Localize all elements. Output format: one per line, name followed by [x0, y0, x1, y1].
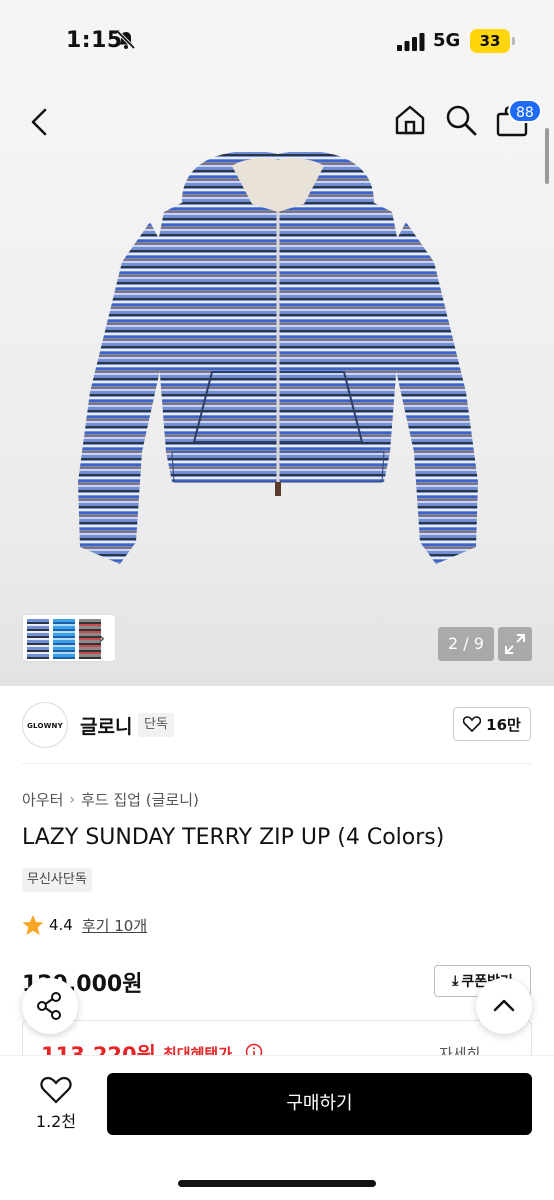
cart-count-badge: 88: [508, 99, 542, 123]
scrollbar[interactable]: [545, 128, 549, 184]
status-bar: 1:15 5G 33: [0, 0, 554, 84]
buy-button[interactable]: 구매하기: [107, 1073, 532, 1135]
cellular-signal-icon: [397, 33, 425, 51]
rating-value: 4.4: [49, 916, 73, 934]
product-title: LAZY SUNDAY TERRY ZIP UP (4 Colors): [22, 825, 445, 850]
share-icon[interactable]: [22, 978, 78, 1034]
home-indicator: [178, 1180, 376, 1187]
star-icon: [22, 915, 44, 935]
image-page-counter: 2 / 9: [438, 627, 494, 661]
heart-icon: [463, 716, 482, 732]
exclusive-tag: 무신사단독: [22, 868, 92, 892]
thumbnail-2[interactable]: [53, 619, 75, 659]
breadcrumb: 아우터 › 후드 집업 (글로니): [22, 789, 199, 810]
chevron-right-icon[interactable]: ›: [98, 628, 105, 649]
brand-like-button[interactable]: 16만: [453, 707, 531, 741]
rating-row[interactable]: 4.4 후기 10개: [22, 914, 147, 936]
thumbnail-1[interactable]: [27, 619, 49, 659]
brand-name[interactable]: 글로니: [80, 712, 132, 739]
battery-level: 33: [470, 29, 510, 53]
download-icon: ⤓: [452, 973, 459, 989]
expand-icon[interactable]: [498, 627, 532, 661]
wish-count: 1.2천: [35, 1112, 77, 1131]
search-icon[interactable]: [443, 102, 479, 138]
battery-tip: [512, 37, 515, 45]
divider: [22, 763, 532, 764]
breadcrumb-subcategory[interactable]: 후드 집업 (글로니): [81, 789, 199, 810]
home-icon[interactable]: [392, 102, 428, 138]
breadcrumb-category[interactable]: 아우터: [22, 789, 63, 810]
heart-icon[interactable]: [40, 1075, 72, 1105]
chevron-right-icon: ›: [69, 791, 76, 808]
brand-like-count: 16만: [486, 715, 521, 734]
status-time: 1:15: [66, 28, 123, 53]
back-icon[interactable]: [22, 104, 58, 140]
scroll-top-icon[interactable]: [476, 978, 532, 1034]
product-image[interactable]: [72, 152, 484, 572]
review-link[interactable]: 후기 10개: [82, 915, 147, 936]
brand-logo[interactable]: GLOWNY: [22, 702, 68, 748]
bell-off-icon: [116, 30, 136, 50]
network-type: 5G: [433, 30, 461, 51]
exclusive-badge: 단독: [138, 713, 174, 737]
